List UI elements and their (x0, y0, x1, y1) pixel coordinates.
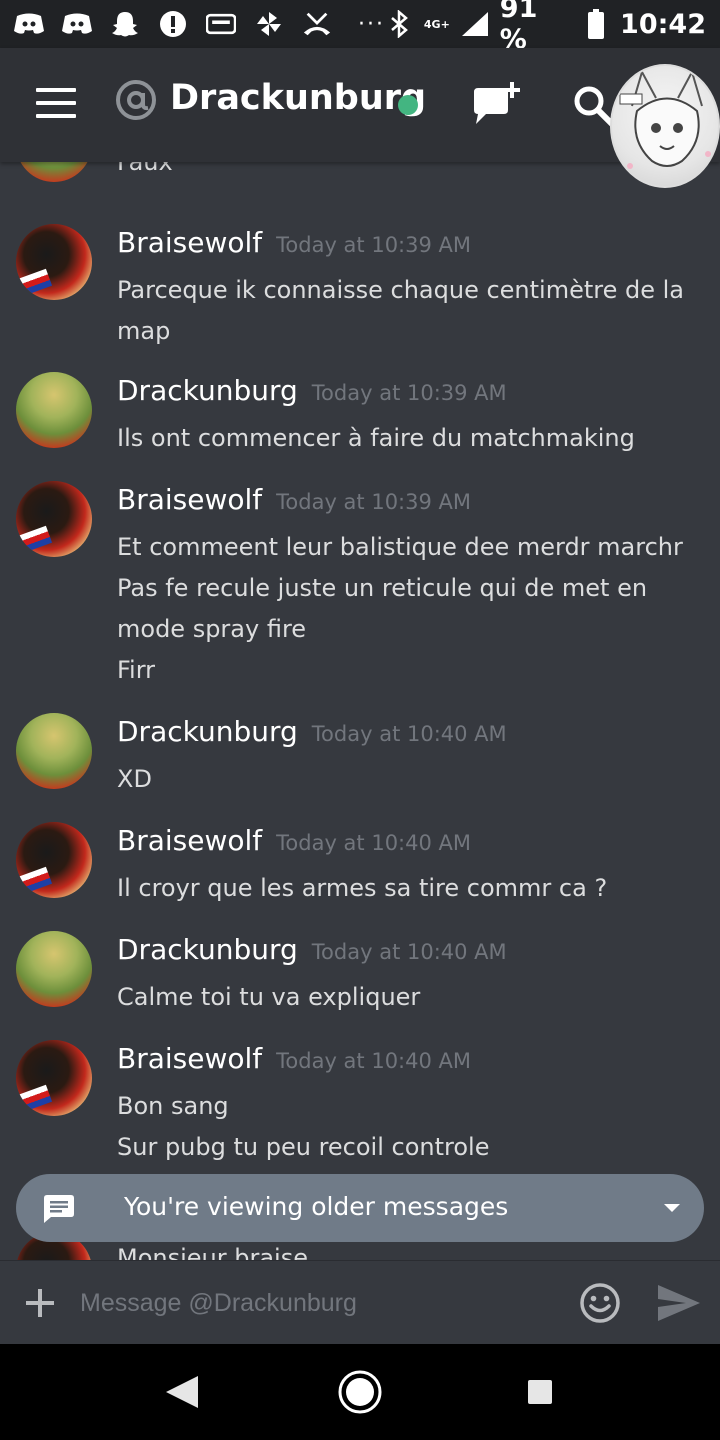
older-messages-banner[interactable]: You're viewing older messages (16, 1174, 704, 1242)
message-list[interactable]: Faux Braisewolf Today at 10:39 AM Parcequ… (0, 162, 720, 1260)
older-messages-label: You're viewing older messages (124, 1192, 509, 1221)
screencast-icon (206, 11, 236, 37)
message-line: mode spray fire (117, 615, 307, 643)
add-attachment-icon[interactable] (24, 1287, 56, 1319)
message-line: Faux (117, 162, 173, 176)
emoji-icon[interactable] (578, 1281, 622, 1325)
message-content: Monsieur braise (117, 1240, 308, 1260)
signal-icon (460, 11, 490, 37)
back-icon[interactable] (162, 1374, 202, 1410)
chevron-down-icon (664, 1204, 680, 1212)
message-timestamp: Today at 10:40 AM (311, 940, 507, 964)
message-author[interactable]: Drackunburg Today at 10:40 AM (117, 715, 507, 748)
message-content: XD (117, 759, 687, 800)
recent-apps-icon[interactable] (528, 1380, 552, 1404)
pinwheel-icon (254, 11, 284, 37)
message-input[interactable] (80, 1281, 550, 1325)
message-content: Parceque ik connaisse chaque centimètre … (117, 270, 687, 352)
message-line: Et commeent leur balistique dee merdr ma… (117, 533, 683, 561)
message-author[interactable]: Braisewolf Today at 10:40 AM (117, 1042, 471, 1075)
message-line: Parceque ik connaisse chaque centimètre … (117, 276, 685, 304)
avatar[interactable] (16, 1040, 92, 1116)
battery-percentage: 91 % (499, 0, 538, 55)
chat-bubble-icon (44, 1195, 74, 1223)
avatar[interactable] (16, 481, 92, 557)
message-content: Ils ont commencer à faire du matchmaking (117, 418, 687, 459)
avatar[interactable] (16, 713, 92, 789)
message-author[interactable]: Drackunburg Today at 10:40 AM (117, 933, 507, 966)
message-line: Monsieur braise (117, 1244, 308, 1260)
online-status-dot (398, 95, 418, 115)
status-bar: ··· 4G+ 91 % 10:42 (0, 0, 720, 55)
snapchat-icon (110, 11, 140, 37)
message-content: Faux (117, 162, 687, 183)
send-icon[interactable] (656, 1283, 702, 1323)
message-content: Et commeent leur balistique dee merdr ma… (117, 527, 687, 691)
discord-icon (62, 11, 92, 37)
bluetooth-icon (385, 10, 414, 38)
at-icon (116, 80, 156, 120)
message-line: Ils ont commencer à faire du matchmaking (117, 424, 635, 452)
message-content: Bon sang Sur pubg tu peu recoil controle (117, 1086, 687, 1168)
message-author[interactable]: Braisewolf Today at 10:39 AM (117, 226, 471, 259)
message-line: map (117, 317, 171, 345)
user-profile-avatar[interactable] (610, 64, 720, 188)
avatar[interactable] (16, 224, 92, 300)
system-navigation-bar (0, 1344, 720, 1440)
channel-title: Drackunburg (170, 78, 427, 118)
message-line: Pas fe recule juste un reticule qui de m… (117, 574, 648, 602)
avatar[interactable] (16, 931, 92, 1007)
message-line: Il croyr que les armes sa tire commr ca … (117, 874, 608, 902)
new-message-icon[interactable] (470, 80, 524, 134)
battery-icon (581, 9, 610, 39)
home-icon[interactable] (338, 1370, 382, 1414)
clock: 10:42 (620, 8, 706, 40)
message-composer (0, 1260, 720, 1344)
network-badge: 4G+ (423, 17, 450, 31)
message-timestamp: Today at 10:40 AM (311, 722, 507, 746)
message-content: Calme toi tu va expliquer (117, 977, 687, 1018)
avatar[interactable] (16, 162, 92, 182)
message-timestamp: Today at 10:39 AM (311, 381, 507, 405)
message-line: Firr (117, 656, 156, 684)
avatar[interactable] (16, 372, 92, 448)
more-icon: ··· (358, 11, 385, 37)
message-line: Bon sang (117, 1092, 229, 1120)
message-line: XD (117, 765, 152, 793)
message-line: Calme toi tu va expliquer (117, 983, 421, 1011)
avatar[interactable] (16, 822, 92, 898)
message-line: Sur pubg tu peu recoil controle (117, 1133, 490, 1161)
message-timestamp: Today at 10:39 AM (276, 233, 472, 257)
discord-icon (14, 11, 44, 37)
message-timestamp: Today at 10:40 AM (276, 831, 472, 855)
message-author[interactable]: Braisewolf Today at 10:40 AM (117, 824, 471, 857)
menu-icon[interactable] (36, 88, 76, 118)
message-author[interactable]: Braisewolf Today at 10:39 AM (117, 483, 471, 516)
alert-icon (158, 11, 188, 37)
message-timestamp: Today at 10:40 AM (276, 1049, 472, 1073)
message-timestamp: Today at 10:39 AM (276, 490, 472, 514)
message-content: Il croyr que les armes sa tire commr ca … (117, 868, 687, 909)
missed-call-icon (302, 11, 332, 37)
message-author[interactable]: Drackunburg Today at 10:39 AM (117, 374, 507, 407)
